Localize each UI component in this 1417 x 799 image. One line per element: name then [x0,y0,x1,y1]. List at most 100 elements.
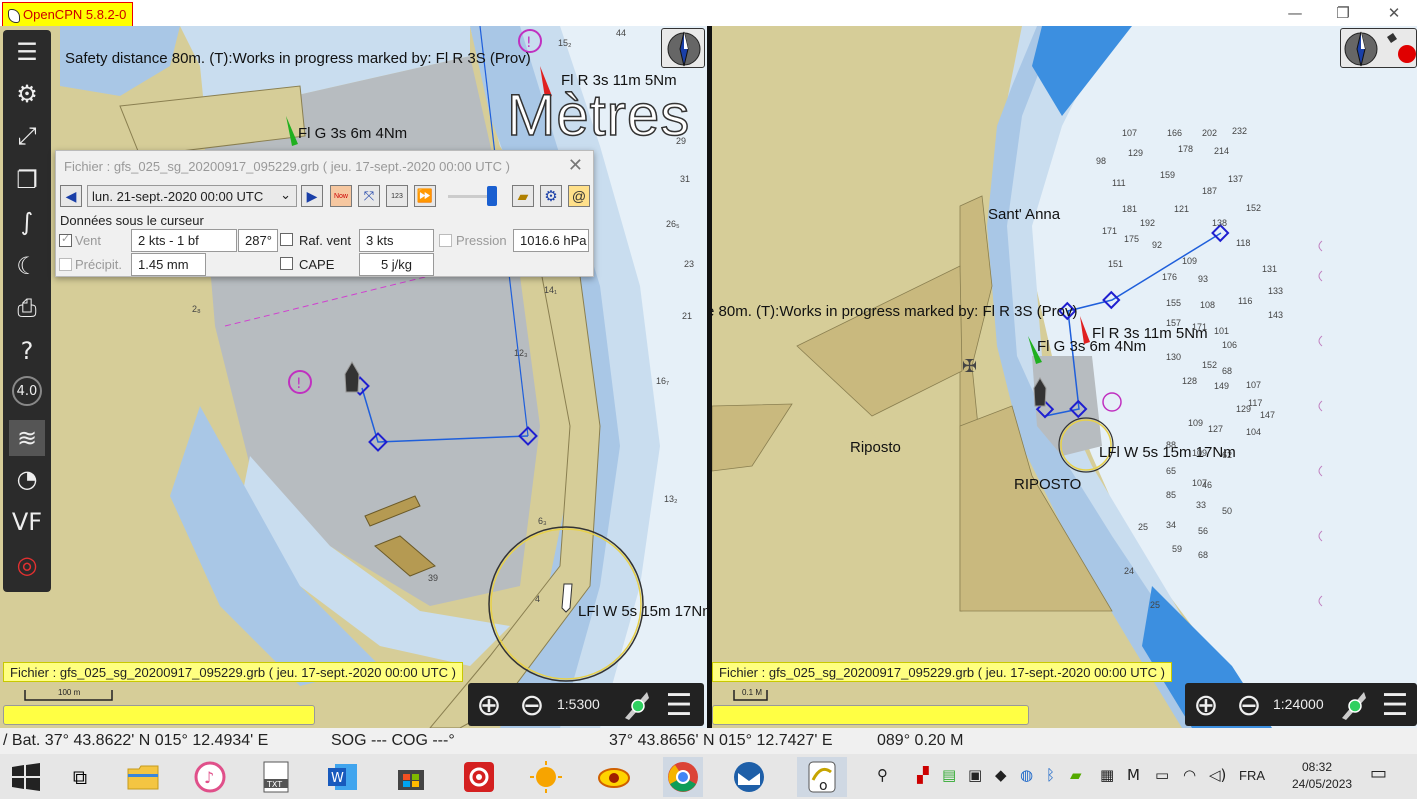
nav-controls-right: ⊕ ⊖ 1:24000 ☰ [1185,683,1417,726]
wifi-icon[interactable]: ◠ [1183,766,1196,784]
pressure-checkbox[interactable] [439,234,452,247]
tray-app-green-icon[interactable]: ▤ [942,766,956,784]
prev-record-button[interactable]: ◀ [60,185,82,207]
north-up-compass-left[interactable] [661,28,705,68]
interpolate-button[interactable]: 123 [386,185,408,207]
close-button[interactable]: ✕ [1371,0,1417,26]
notepad-txt-icon[interactable]: TXT [258,759,294,795]
zoom-in-icon[interactable]: ⊕ [471,687,507,723]
store-icon[interactable] [393,759,429,795]
hamburger-menu-icon[interactable]: ☰ [661,687,697,723]
bluetooth-icon[interactable]: ᛒ [1046,766,1055,784]
print-icon[interactable]: ⎙ [9,290,45,326]
zoom-out-icon[interactable]: ⊖ [514,687,550,723]
minimize-button[interactable]: — [1272,0,1318,26]
cape-checkbox[interactable] [280,257,293,270]
screen-recorder-icon[interactable] [461,759,497,795]
light-label-green: Fl G 3s 6m 4Nm [298,125,408,142]
help-icon[interactable]: ? [9,333,45,369]
nvidia-icon[interactable]: ▰ [1070,766,1082,784]
hamburger-menu-icon-right[interactable]: ☰ [1377,687,1413,723]
people-icon[interactable]: ⚲ [877,766,888,784]
grib-dialog[interactable]: Fichier : gfs_025_sg_20200917_095229.grb… [55,150,594,277]
depth-label: 15₂ [558,38,572,48]
depth-label: 130 [1166,352,1182,362]
vdr-icon[interactable]: VF [9,504,45,540]
depth-label: 138 [1212,218,1228,228]
mail-client-icon[interactable] [731,759,767,795]
depth-label: 31 [680,174,691,184]
eye-app-icon[interactable] [596,759,632,795]
depth-label: 176 [1162,272,1178,282]
language-indicator[interactable]: FRA [1239,768,1265,783]
main-toolbar: ☰ ⚙ ⤢ ❐ ∫ ☾ ⎙? 4.0 ≋ ◔ VF ◎ [3,30,51,592]
chart-canvas-left[interactable]: ! ! Safety distance 80m. (T):Works in pr… [0,26,707,728]
tray-grid-icon[interactable]: ▦ [1100,766,1114,784]
lifebuoy-icon[interactable]: ◎ [9,547,45,583]
word-icon[interactable]: W [325,759,361,795]
north-up-compass-right[interactable] [1340,28,1417,68]
route-icon[interactable]: ⤢ [9,118,45,154]
depth-label: 129 [1128,148,1144,158]
taskbar-clock[interactable]: 08:32 24/05/2023 [1292,759,1352,793]
depth-label: 107 [1246,380,1262,390]
acrobat-tray-icon[interactable]: ▞ [917,766,929,784]
zoom-in-icon-right[interactable]: ⊕ [1188,687,1224,723]
tray-m-icon[interactable]: M [1127,766,1140,784]
grib-close-icon[interactable]: ✕ [568,155,583,176]
title-bar: OpenCPN 5.8.2-0 — ❐ ✕ [0,0,1417,34]
tides-currents-icon[interactable]: ☾ [9,248,45,284]
open-file-button[interactable]: ▰ [512,185,534,207]
opencpn-taskbar-icon[interactable]: o [797,757,847,797]
depth-label: 187 [1202,186,1218,196]
battery-icon[interactable]: ▭ [1155,766,1169,784]
menu-icon[interactable]: ☰ [9,34,45,70]
depth-label: 16₇ [656,376,670,386]
depth-label: 4 [535,594,541,604]
depth-label: 133 [1268,286,1284,296]
start-windows-icon[interactable] [8,759,44,795]
depth-label: 129 [1236,404,1252,414]
wind-checkbox[interactable] [59,232,72,247]
dashboard-gauge-icon[interactable]: ◔ [9,461,45,497]
tray-diamond-icon[interactable]: ◆ [995,766,1007,784]
volume-icon[interactable]: ◁) [1209,766,1226,784]
track-icon[interactable]: ∫ [9,204,45,240]
time-slider-thumb[interactable] [487,186,497,206]
itunes-icon[interactable]: ♪ [192,759,228,795]
tray-app-icon[interactable]: ▣ [968,766,982,784]
zoom-to-center-button[interactable]: ⤧ [358,185,380,207]
file-explorer-icon[interactable] [125,759,161,795]
chart-canvas-right[interactable]: ✠ e 80m. (T):Works in progress marked by… [712,26,1417,728]
next-record-button[interactable]: ▶ [301,185,323,207]
date-select[interactable]: lun. 21-sept.-2020 00:00 UTC ⌄ [87,185,297,207]
chart-quilt-icon[interactable]: ≋ [9,420,45,456]
depth-label: 171 [1102,226,1118,236]
follow-ship-icon[interactable] [618,687,654,723]
play-button[interactable]: ⏩ [414,185,436,207]
gust-checkbox[interactable] [280,233,293,246]
progress-bar-right [712,705,1029,725]
depth-label: 155 [1166,298,1182,308]
place-label-riposto: Riposto [850,439,901,456]
task-view-icon[interactable]: ⧉ [62,759,98,795]
grib-settings-button[interactable]: ⚙ [540,185,562,207]
maximize-button[interactable]: ❐ [1320,0,1366,26]
depth-label: 46 [1202,480,1213,490]
zoom-out-icon-right[interactable]: ⊖ [1231,687,1267,723]
weather-sun-icon[interactable] [528,759,564,795]
grib-icon[interactable]: 4.0 [12,376,42,406]
follow-ship-icon-right[interactable] [1335,687,1371,723]
precip-checkbox[interactable] [59,258,72,271]
chrome-icon[interactable] [663,757,703,797]
tray-sync-icon[interactable]: ◍ [1020,766,1033,784]
depth-label: 25 [1150,600,1161,610]
depth-label: 14₁ [544,285,558,295]
now-button[interactable]: Now [330,185,352,207]
request-button[interactable]: @ [568,185,590,207]
settings-gear-icon[interactable]: ⚙ [9,76,45,112]
units-overlay: Mètres [506,82,691,149]
svg-text:♪: ♪ [204,768,214,787]
route-manager-icon[interactable]: ❐ [9,162,45,198]
notifications-icon[interactable]: ▭ [1370,763,1387,784]
